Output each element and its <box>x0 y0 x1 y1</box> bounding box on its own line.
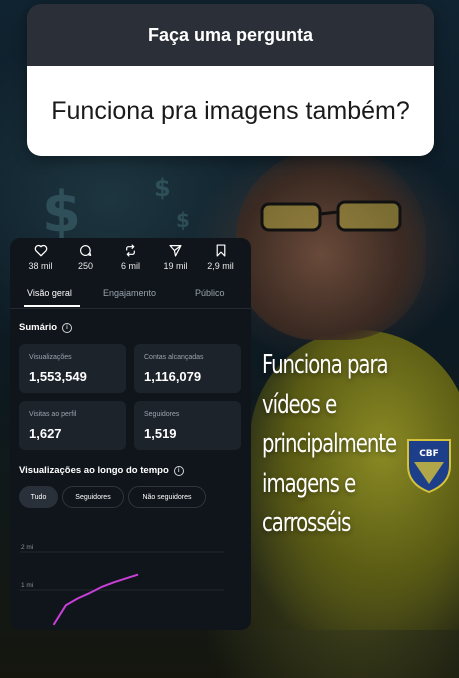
stat-value: 19 mil <box>163 261 188 271</box>
glasses-icon <box>260 200 402 232</box>
share-icon <box>169 245 182 257</box>
question-sticker[interactable]: Faça uma pergunta Funciona pra imagens t… <box>27 4 434 156</box>
tile-value: 1,519 <box>144 426 177 441</box>
stat-value: 2,9 mil <box>207 261 234 271</box>
y-tick-label: 1 mi <box>21 582 33 589</box>
tab-engajamento[interactable]: Engajamento <box>103 288 156 298</box>
caption-line: principalmente <box>262 429 397 459</box>
stat-shares: 19 mil <box>157 244 195 271</box>
active-tab-indicator <box>24 305 80 307</box>
question-text: Funciona pra imagens também? <box>27 66 434 156</box>
tab-publico[interactable]: Público <box>195 288 225 298</box>
caption-line: imagens e <box>262 468 356 499</box>
tile-value: 1,553,549 <box>29 369 87 384</box>
caption-line: carrosséis <box>262 508 351 538</box>
tile-label: Visualizações <box>29 354 72 361</box>
summary-tile-views[interactable]: Visualizações 1,553,549 <box>19 344 126 393</box>
info-icon[interactable]: i <box>62 322 73 333</box>
filter-chip-tudo[interactable]: Tudo <box>19 486 58 508</box>
person-head <box>236 150 426 340</box>
repost-icon <box>126 244 135 257</box>
tile-label: Seguidores <box>144 411 180 418</box>
heart-icon <box>34 244 47 257</box>
summary-heading: Sumário i <box>19 322 73 333</box>
insights-tabs: Visão geral Engajamento Público <box>10 286 251 309</box>
tile-value: 1,116,079 <box>144 369 202 384</box>
summary-tile-profile-visits[interactable]: Visitas ao perfil 1,627 <box>19 401 126 450</box>
filter-chip-nao-seguidores[interactable]: Não seguidores <box>128 486 206 508</box>
y-tick-label: 2 mi <box>21 544 33 551</box>
views-series-line <box>53 573 139 626</box>
tile-label: Visitas ao perfil <box>29 411 77 418</box>
stat-reposts: 6 mil <box>112 244 150 271</box>
tab-visao-geral[interactable]: Visão geral <box>27 288 72 298</box>
summary-title: Sumário <box>19 322 58 333</box>
stat-value: 38 mil <box>28 261 53 271</box>
question-sticker-header: Faça uma pergunta <box>27 4 434 66</box>
bookmark-icon <box>216 244 225 257</box>
insights-card: 38 mil 250 6 mil 19 mil 2,9 mil Visão ge… <box>10 238 251 630</box>
dollar-sign-decoration: $ <box>176 208 190 232</box>
stat-comments: 250 <box>67 244 105 271</box>
views-over-time-heading: Visualizações ao longo do tempo i <box>19 465 184 476</box>
comment-icon <box>80 245 92 256</box>
engagement-stats: 38 mil 250 6 mil 19 mil 2,9 mil <box>10 244 251 271</box>
caption-line: Funciona para <box>262 350 389 380</box>
views-over-time-title: Visualizações ao longo do tempo <box>19 465 169 476</box>
overlay-caption: Funciona para vídeos e principalmente im… <box>262 346 452 544</box>
caption-line: vídeos e <box>262 389 337 420</box>
filter-chip-seguidores[interactable]: Seguidores <box>62 486 124 508</box>
views-line-chart: 2 mi 1 mi <box>20 544 224 626</box>
stat-value: 6 mil <box>120 261 140 271</box>
stat-likes: 38 mil <box>22 244 60 271</box>
tile-value: 1,627 <box>29 426 62 441</box>
info-icon[interactable]: i <box>173 465 184 476</box>
stat-value: 250 <box>77 261 94 271</box>
summary-tile-reach[interactable]: Contas alcançadas 1,116,079 <box>134 344 241 393</box>
stat-saves: 2,9 mil <box>202 244 240 271</box>
summary-tile-followers[interactable]: Seguidores 1,519 <box>134 401 241 450</box>
dollar-sign-decoration: $ <box>154 174 171 202</box>
dollar-sign-decoration: $ <box>42 180 81 245</box>
tile-label: Contas alcançadas <box>144 354 204 361</box>
